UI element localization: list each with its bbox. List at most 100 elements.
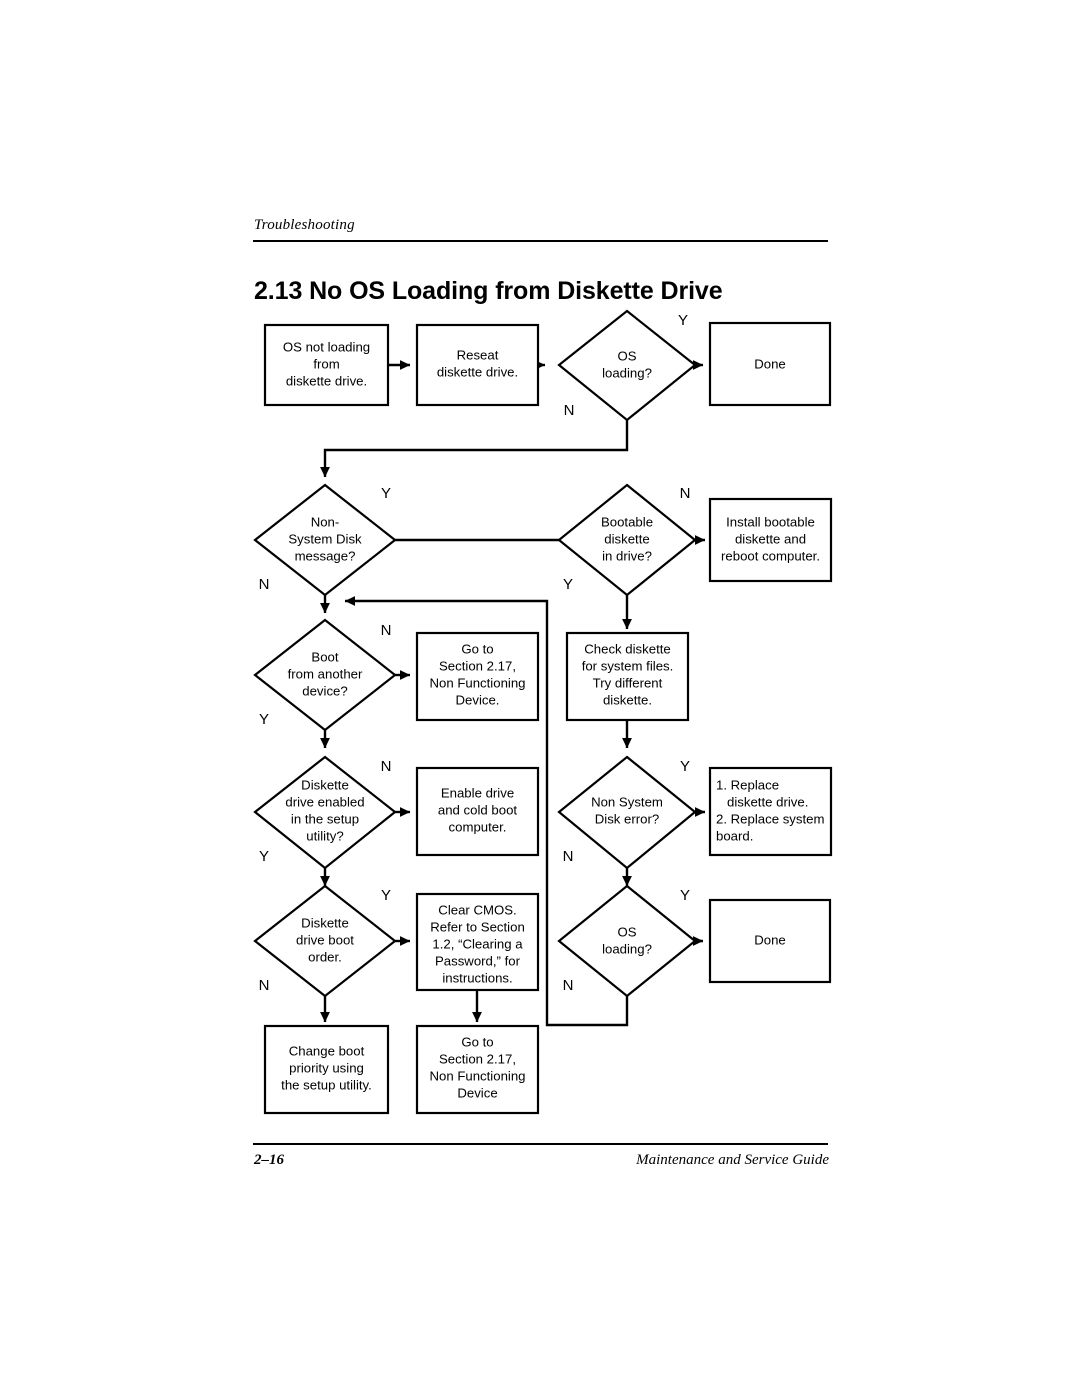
node-non-system-disk-message: Non- System Disk message? xyxy=(253,483,397,597)
node-text-line: loading? xyxy=(602,941,652,956)
node-text-line: reboot computer. xyxy=(721,548,820,563)
branch-label-non-system-disk-yes: Y xyxy=(381,485,391,502)
node-text-line: diskette. xyxy=(603,692,652,707)
node-boot-from-another-device: Boot from another device? xyxy=(253,618,397,732)
branch-label-boot-order-no: N xyxy=(259,977,270,994)
node-text-line: Bootable xyxy=(601,514,653,529)
node-done-1: Done xyxy=(708,321,832,407)
branch-label-non-system-error-yes: Y xyxy=(680,758,690,775)
node-bootable-diskette-in-drive: Bootable diskette in drive? xyxy=(557,483,697,597)
node-clear-cmos: Clear CMOS. Refer to Section 1.2, “Clear… xyxy=(415,892,540,992)
branch-label-drive-enabled-yes: Y xyxy=(259,848,269,865)
node-os-loading-decision-2: OS loading? xyxy=(557,884,697,998)
node-text-line: Password,” for xyxy=(435,953,521,968)
node-text-line: Enable drive xyxy=(441,785,514,800)
node-text-line: diskette drive. xyxy=(727,794,808,809)
node-text-line: Section 2.17, xyxy=(439,1051,516,1066)
branch-label-os-loading-2-yes: Y xyxy=(680,887,690,904)
node-done-2: Done xyxy=(708,898,832,984)
node-text-line: 1. Replace xyxy=(716,777,779,792)
node-enable-drive: Enable drive and cold boot computer. xyxy=(415,766,540,857)
node-install-bootable-diskette: Install bootable diskette and reboot com… xyxy=(708,497,833,583)
node-text-line: Non Functioning xyxy=(429,675,525,690)
node-text-line: for system files. xyxy=(582,658,674,673)
node-text-line: from another xyxy=(288,666,363,681)
document-page: Troubleshooting 2.13 No OS Loading from … xyxy=(0,0,1080,1397)
node-diskette-drive-enabled: Diskette drive enabled in the setup util… xyxy=(253,755,397,870)
node-text-line: diskette drive. xyxy=(437,364,518,379)
node-text-line: diskette xyxy=(604,531,649,546)
node-text-line: Non Functioning xyxy=(429,1068,525,1083)
node-text-line: priority using xyxy=(289,1060,364,1075)
node-text-line: Check diskette xyxy=(584,641,671,656)
node-text-line: loading? xyxy=(602,365,652,380)
branch-label-os-loading-1-yes: Y xyxy=(678,312,688,329)
node-change-boot-priority: Change boot priority using the setup uti… xyxy=(263,1024,390,1115)
node-os-not-loading: OS not loading from diskette drive. xyxy=(263,323,390,407)
node-check-diskette: Check diskette for system files. Try dif… xyxy=(565,631,690,722)
node-text-line: board. xyxy=(716,828,753,843)
node-text-line: and cold boot xyxy=(438,802,518,817)
node-text-line: in drive? xyxy=(602,548,652,563)
node-text-line: OS xyxy=(617,348,636,363)
connector-osloading-no-to-nonsystemdisk xyxy=(320,420,629,478)
branch-label-non-system-disk-no: N xyxy=(259,576,270,593)
node-text-line: Done xyxy=(754,356,786,371)
guide-title: Maintenance and Service Guide xyxy=(636,1152,829,1168)
node-text-line: Done xyxy=(754,932,786,947)
node-text-line: Try different xyxy=(593,675,663,690)
node-text-line: Diskette xyxy=(301,915,349,930)
node-text-line: Boot xyxy=(311,649,338,664)
node-text-line: Go to xyxy=(461,641,493,656)
node-text-line: System Disk xyxy=(288,531,362,546)
node-text-line: Clear CMOS. xyxy=(438,902,516,917)
node-text-line: Reseat xyxy=(457,347,499,362)
branch-label-bootable-yes: Y xyxy=(563,576,573,593)
node-text-line: message? xyxy=(295,548,356,563)
node-text-line: Non- xyxy=(311,514,340,529)
footer-rule xyxy=(253,1143,828,1145)
node-non-system-disk-error: Non System Disk error? xyxy=(557,755,697,870)
branch-label-drive-enabled-no: N xyxy=(381,758,392,775)
branch-label-boot-another-yes: Y xyxy=(259,711,269,728)
node-os-loading-decision-1: OS loading? xyxy=(557,309,697,422)
node-reseat-diskette-drive: Reseat diskette drive. xyxy=(415,323,540,407)
node-text-line: diskette drive. xyxy=(286,373,367,388)
branch-label-os-loading-1-no: N xyxy=(564,402,575,419)
branch-label-non-system-error-no: N xyxy=(563,848,574,865)
node-text-line: from xyxy=(313,356,339,371)
branch-label-boot-another-no: N xyxy=(381,622,392,639)
node-text-line: Install bootable xyxy=(726,514,815,529)
node-text-line: drive boot xyxy=(296,932,354,947)
node-text-line: OS not loading xyxy=(283,339,370,354)
node-goto-section-217-a: Go to Section 2.17, Non Functioning Devi… xyxy=(415,631,540,722)
node-text-line: Change boot xyxy=(289,1043,365,1058)
node-replace-steps: 1. Replace diskette drive. 2. Replace sy… xyxy=(708,766,833,857)
node-text-line: in the setup xyxy=(291,811,359,826)
node-diskette-drive-boot-order: Diskette drive boot order. xyxy=(253,884,397,998)
branch-label-bootable-no: N xyxy=(680,485,691,502)
node-text-line: the setup utility. xyxy=(281,1077,372,1092)
node-goto-section-217-b: Go to Section 2.17, Non Functioning Devi… xyxy=(415,1024,540,1115)
flowchart: OS not loading from diskette drive. Rese… xyxy=(0,0,1080,1397)
node-text-line: computer. xyxy=(449,819,507,834)
branch-label-os-loading-2-no: N xyxy=(563,977,574,994)
node-text-line: diskette and xyxy=(735,531,806,546)
node-text-line: OS xyxy=(617,924,636,939)
node-text-line: Non System xyxy=(591,794,663,809)
node-text-line: Section 2.17, xyxy=(439,658,516,673)
node-text-line: Refer to Section xyxy=(430,919,525,934)
node-text-line: utility? xyxy=(306,828,343,843)
node-text-line: 1.2, “Clearing a xyxy=(432,936,523,951)
branch-label-boot-order-yes: Y xyxy=(381,887,391,904)
node-text-line: Device xyxy=(457,1085,497,1100)
node-text-line: Diskette xyxy=(301,777,349,792)
node-text-line: instructions. xyxy=(442,970,512,985)
node-text-line: Go to xyxy=(461,1034,493,1049)
node-text-line: Disk error? xyxy=(595,811,659,826)
node-text-line: Device. xyxy=(456,692,500,707)
node-text-line: device? xyxy=(302,683,347,698)
node-text-line: drive enabled xyxy=(285,794,364,809)
node-text-line: 2. Replace system xyxy=(716,811,824,826)
node-text-line: order. xyxy=(308,949,342,964)
